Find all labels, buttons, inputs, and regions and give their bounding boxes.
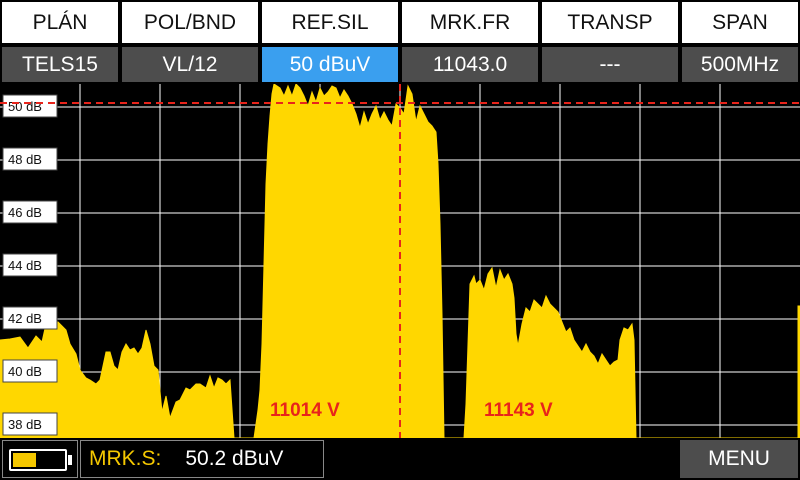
mrk-fr-value[interactable]: 11043.0 bbox=[400, 45, 540, 84]
header-label-mrk-fr[interactable]: MRK.FR bbox=[400, 0, 540, 45]
plan-value[interactable]: TELS15 bbox=[0, 45, 120, 84]
marker-level-label: MRK.S: bbox=[89, 447, 162, 470]
y-tick-label: 46 dB bbox=[8, 205, 42, 220]
y-tick-label: 44 dB bbox=[8, 258, 42, 273]
marker-label-11143: 11143 V bbox=[484, 400, 553, 421]
y-tick-label: 40 dB bbox=[8, 364, 42, 379]
header-label-pol-bnd[interactable]: POL/BND bbox=[120, 0, 260, 45]
header-label-ref-sil[interactable]: REF.SIL bbox=[260, 0, 400, 45]
ref-sil-value[interactable]: 50 dBuV bbox=[260, 45, 400, 84]
footer-bar: MRK.S: 50.2 dBuV MENU bbox=[0, 438, 800, 480]
marker-level-value: 50.2 dBuV bbox=[185, 447, 284, 470]
menu-button[interactable]: MENU bbox=[680, 440, 798, 478]
spectrum-plot[interactable]: 50 dB 48 dB 46 dB 44 dB 42 dB 40 dB 38 dB 1101… bbox=[0, 84, 800, 438]
marker-level-readout: MRK.S: 50.2 dBuV bbox=[80, 440, 324, 478]
span-value[interactable]: 500MHz bbox=[680, 45, 800, 84]
header-label-span[interactable]: SPAN bbox=[680, 0, 800, 45]
header-label-plan[interactable]: PLÁN bbox=[0, 0, 120, 45]
battery-icon bbox=[9, 449, 67, 471]
y-tick-label: 38 dB bbox=[8, 417, 42, 432]
battery-fill bbox=[13, 453, 36, 467]
header-label-transp[interactable]: TRANSP bbox=[540, 0, 680, 45]
transp-value[interactable]: --- bbox=[540, 45, 680, 84]
header-values: TELS15 VL/12 50 dBuV 11043.0 --- 500MHz bbox=[0, 45, 800, 84]
y-tick-label: 50 dB bbox=[8, 99, 42, 114]
marker-label-11014: 11014 V bbox=[270, 400, 340, 421]
battery-tip bbox=[68, 455, 72, 465]
header-labels: PLÁN POL/BND REF.SIL MRK.FR TRANSP SPAN bbox=[0, 0, 800, 45]
spectrum-display[interactable]: 50 dB 48 dB 46 dB 44 dB 42 dB 40 dB 38 dB 1101… bbox=[0, 84, 800, 438]
pol-bnd-value[interactable]: VL/12 bbox=[120, 45, 260, 84]
y-tick-label: 42 dB bbox=[8, 311, 42, 326]
battery-indicator bbox=[2, 440, 78, 478]
y-tick-label: 48 dB bbox=[8, 152, 42, 167]
